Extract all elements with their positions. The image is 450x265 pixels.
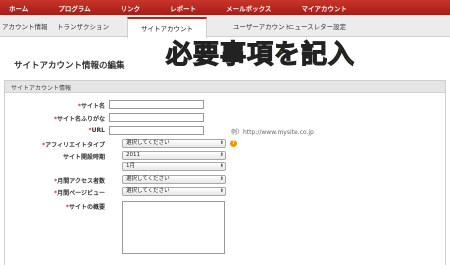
- nav-program[interactable]: プログラム: [43, 3, 105, 13]
- affiliate-type-label: *アフィリエイトタイプ: [41, 142, 105, 149]
- tab-transactions[interactable]: トランザクション: [57, 21, 109, 31]
- site-opening-date-label: サイト開設時期: [62, 154, 105, 161]
- select-arrows-icon: ⬍: [219, 176, 224, 182]
- site-name-kana-input[interactable]: [109, 113, 204, 122]
- site-name-kana-label: *サイト名ふりがな: [53, 116, 105, 123]
- nav-home[interactable]: ホーム: [0, 3, 43, 13]
- nav-link[interactable]: リンク: [106, 3, 156, 13]
- affiliate-type-select[interactable]: 選択してください ⬍: [122, 139, 226, 148]
- help-icon[interactable]: ?: [230, 140, 237, 147]
- select-arrows-icon: ⬍: [219, 188, 224, 194]
- top-navigation-bar: ホーム プログラム リンク レポート メールボックス マイアカウント: [0, 0, 450, 15]
- select-arrows-icon: ⬍: [219, 140, 224, 146]
- tab-account-info[interactable]: アカウント情報: [2, 21, 48, 31]
- site-name-label: *サイト名: [77, 103, 105, 110]
- opening-month-select[interactable]: 1月 ⬍: [122, 162, 226, 171]
- url-input[interactable]: [109, 126, 204, 135]
- url-example-text: 例）http://www.mysite.co.jp: [231, 129, 314, 136]
- site-summary-label: *サイトの概要: [65, 204, 105, 211]
- nav-my-account[interactable]: マイアカウント: [286, 3, 362, 13]
- select-arrows-icon: ⬍: [219, 163, 224, 169]
- nav-report[interactable]: レポート: [155, 3, 211, 13]
- monthly-visitors-label: *月間アクセス者数: [54, 178, 105, 185]
- select-arrows-icon: ⬍: [219, 152, 224, 158]
- opening-year-select[interactable]: 2011 ⬍: [122, 151, 226, 160]
- site-name-input[interactable]: [109, 100, 204, 109]
- tab-newsletter-settings[interactable]: ニュースレター設定: [288, 21, 346, 31]
- tab-user-account[interactable]: ユーザーアカウント: [233, 21, 291, 31]
- monthly-pageviews-label: *月間ページビュー: [53, 190, 105, 197]
- sub-navigation-bar: アカウント情報 トランザクション サイトアカウント ユーザーアカウント ニュース…: [0, 15, 450, 38]
- monthly-visitors-select[interactable]: 選択してください ⬍: [122, 175, 226, 184]
- site-summary-textarea[interactable]: [122, 201, 225, 254]
- nav-mailbox[interactable]: メールボックス: [211, 3, 286, 13]
- page-title: サイトアカウント情報の編集: [14, 61, 125, 71]
- panel-header: サイトアカウント情報: [5, 81, 445, 93]
- monthly-pageviews-select[interactable]: 選択してください ⬍: [122, 187, 226, 196]
- tab-site-account[interactable]: サイトアカウント: [127, 17, 207, 38]
- url-label: *URL: [88, 127, 105, 134]
- overlay-caption: 必要事項を記入: [165, 40, 356, 70]
- site-account-form-panel: サイトアカウント情報 *サイト名 *サイト名ふりがな *URL 例）http:/…: [4, 80, 446, 265]
